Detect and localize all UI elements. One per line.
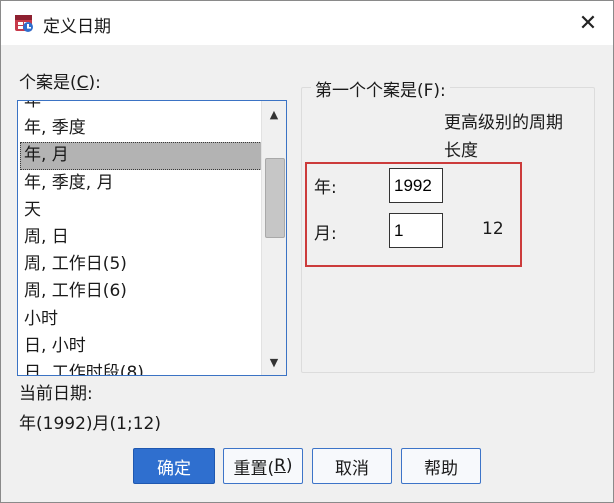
case-type-item[interactable]: 小时 [18,306,262,333]
case-type-item[interactable]: 日, 小时 [18,333,262,360]
month-input[interactable] [389,213,443,248]
reset-button[interactable]: 重置(R) [223,448,303,484]
ok-button[interactable]: 确定 [133,448,215,484]
current-date-value: 年(1992)月(1;12) [19,414,161,434]
higher-level-header-line2: 长度 [444,141,478,161]
higher-level-header-line1: 更高级别的周期 [444,113,563,133]
case-type-listbox[interactable]: 年年, 季度 年, 月年, 季度, 月天周, 日周, 工作日(5) 周, 工作日(6… [17,100,287,376]
title-bar: 定义日期 ✕ [1,1,613,45]
case-type-item[interactable]: 年 [18,101,262,115]
case-type-item[interactable]: 周, 工作日(6) [18,278,262,305]
case-type-item[interactable]: 周, 日 [18,224,262,251]
help-button[interactable]: 帮助 [401,448,481,484]
case-type-item[interactable]: 年, 月 [20,142,262,170]
scroll-down-icon[interactable]: ▼ [262,351,286,373]
scroll-up-icon[interactable]: ▲ [262,103,286,125]
define-dates-dialog: 定义日期 ✕ 个案是(C): 年年, 季度 年, 月年, 季度, 月天周, 日周,… [0,0,614,503]
list-scrollbar[interactable]: ▲ ▼ [261,101,286,375]
window-title: 定义日期 [43,17,111,37]
year-input[interactable] [389,168,443,203]
month-label: 月: [314,224,337,244]
case-type-item[interactable]: 周, 工作日(5) [18,251,262,278]
cancel-button[interactable]: 取消 [312,448,392,484]
case-type-item[interactable]: 年, 季度 [18,115,262,142]
case-type-item[interactable]: 年, 季度, 月 [18,170,262,197]
case-type-list: 年年, 季度 年, 月年, 季度, 月天周, 日周, 工作日(5) 周, 工作日(6… [18,101,262,375]
month-period-value: 12 [482,219,504,239]
current-date-label: 当前日期: [19,384,93,404]
cases-label: 个案是(C): [19,73,101,93]
scroll-thumb[interactable] [265,158,285,238]
close-button[interactable]: ✕ [571,7,605,39]
year-label: 年: [314,178,337,198]
case-type-item[interactable]: 天 [18,197,262,224]
app-icon [15,15,33,32]
close-icon: ✕ [578,10,598,36]
first-case-legend: 第一个个案是(F): [311,76,450,101]
case-type-item[interactable]: 日, 工作时段(8) [18,360,262,375]
